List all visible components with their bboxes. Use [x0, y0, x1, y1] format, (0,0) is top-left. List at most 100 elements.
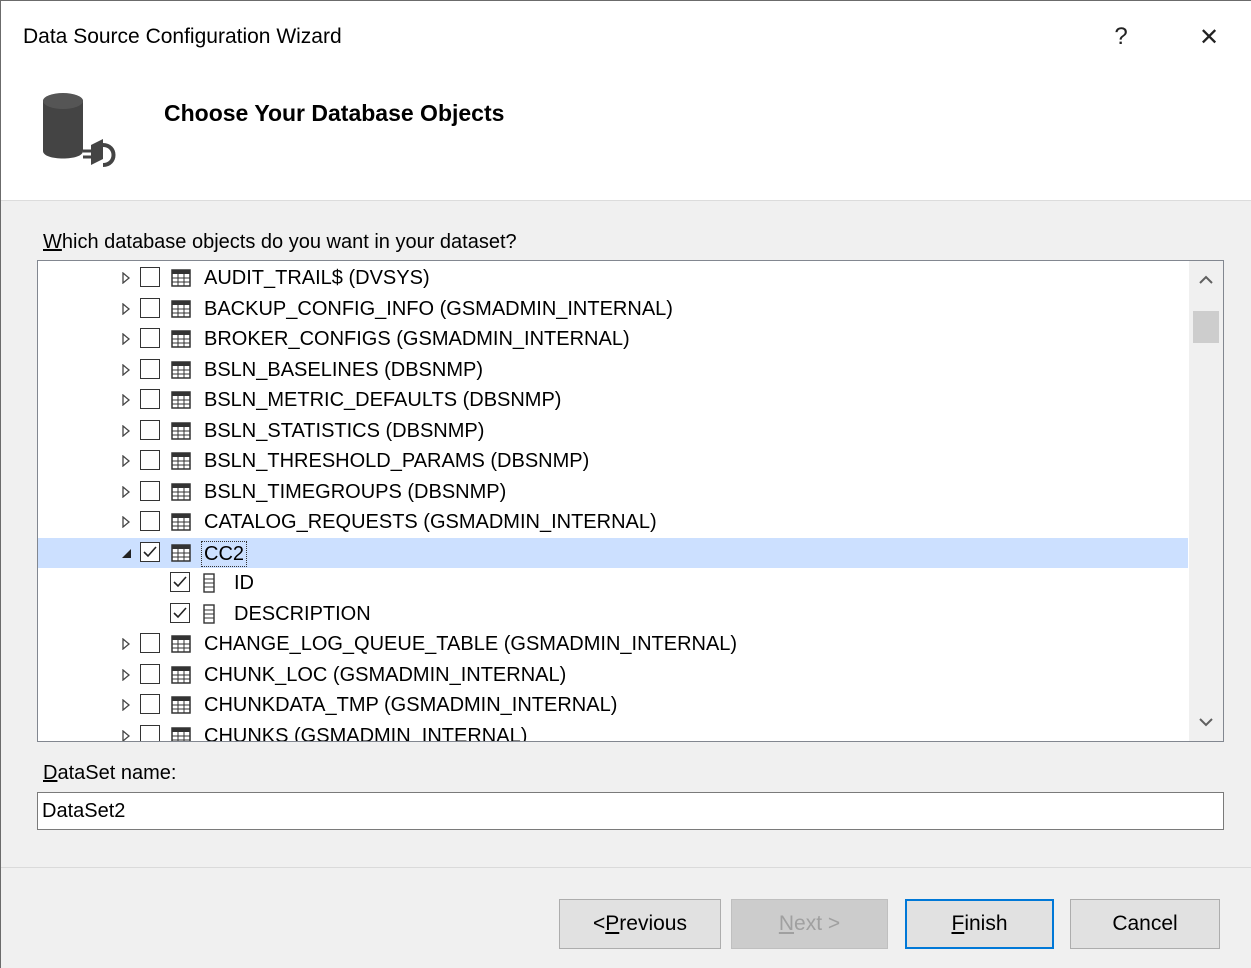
dataset-label-accel: D — [43, 762, 58, 784]
row-checkbox[interactable] — [140, 267, 160, 287]
tree-row-label: BROKER_CONFIGS (GSMADMIN_INTERNAL) — [204, 328, 630, 350]
tree-row-label: AUDIT_TRAIL$ (DVSYS) — [204, 267, 430, 289]
table-icon — [171, 635, 191, 653]
row-checkbox[interactable] — [140, 663, 160, 684]
collapsed-arrow-icon[interactable] — [118, 389, 134, 411]
table-icon — [171, 299, 191, 318]
tree-row-label: BACKUP_CONFIG_INFO (GSMADMIN_INTERNAL) — [204, 297, 673, 320]
collapsed-arrow-icon[interactable] — [118, 267, 134, 289]
table-icon — [171, 391, 191, 409]
page-title: Choose Your Database Objects — [164, 100, 505, 126]
help-button[interactable]: ? — [1101, 19, 1141, 55]
tree-table-row[interactable]: BSLN_TIMEGROUPS (DBSNMP) — [38, 477, 1188, 508]
collapsed-arrow-icon[interactable] — [118, 359, 134, 381]
tree-table-row[interactable]: CHUNK_LOC (GSMADMIN_INTERNAL) — [38, 660, 1188, 691]
tree-table-row[interactable]: CATALOG_REQUESTS (GSMADMIN_INTERNAL) — [38, 507, 1188, 538]
row-checkbox[interactable] — [170, 602, 190, 623]
scrollbar-thumb[interactable] — [1193, 311, 1219, 343]
row-checkbox[interactable] — [140, 694, 160, 714]
window-title: Data Source Configuration Wizard — [23, 25, 342, 48]
objects-prompt-label: Which database objects do you want in yo… — [43, 231, 517, 254]
prompt-text: hich database objects do you want in you… — [61, 231, 517, 253]
tree-row-label: BSLN_TIMEGROUPS (DBSNMP) — [204, 480, 507, 503]
collapsed-arrow-icon[interactable] — [118, 481, 134, 503]
tree-table-row[interactable]: BSLN_BASELINES (DBSNMP) — [38, 355, 1188, 386]
tree-table-row[interactable]: BSLN_THRESHOLD_PARAMS (DBSNMP) — [38, 446, 1188, 477]
database-objects-tree[interactable]: AUDIT_TRAIL$ (DVSYS) BACKUP_CONFIG_INFO (… — [37, 260, 1224, 742]
table-icon — [171, 543, 191, 562]
row-checkbox[interactable] — [140, 328, 160, 348]
collapsed-arrow-icon[interactable] — [118, 664, 134, 686]
expanded-arrow-icon[interactable] — [118, 542, 134, 564]
tree-column-row[interactable]: ID — [38, 568, 1188, 599]
previous-text: revious — [619, 912, 687, 935]
close-button[interactable]: ✕ — [1189, 19, 1229, 55]
row-checkbox[interactable] — [140, 389, 160, 409]
tree-row-label: CHUNK_LOC (GSMADMIN_INTERNAL) — [204, 663, 567, 686]
title-bar: Data Source Configuration Wizard ? ✕ — [1, 1, 1251, 73]
tree-row-label: CATALOG_REQUESTS (GSMADMIN_INTERNAL) — [204, 511, 657, 533]
collapsed-arrow-icon[interactable] — [118, 725, 134, 741]
table-icon — [171, 665, 191, 684]
table-icon — [171, 269, 191, 287]
row-checkbox[interactable] — [170, 572, 190, 592]
table-icon — [171, 452, 191, 470]
row-checkbox[interactable] — [140, 480, 160, 501]
tree-table-row[interactable]: CC2 — [38, 537, 1188, 568]
tree-row-label: CHANGE_LOG_QUEUE_TABLE (GSMADMIN_INTERNA… — [204, 633, 738, 655]
vertical-scrollbar[interactable] — [1189, 261, 1223, 741]
row-checkbox[interactable] — [140, 633, 160, 653]
tree-column-row[interactable]: DESCRIPTION — [38, 599, 1188, 630]
dataset-name-label: DataSet name: — [43, 762, 176, 785]
cancel-button[interactable]: Cancel — [1070, 899, 1220, 949]
tree-table-row[interactable]: BACKUP_CONFIG_INFO (GSMADMIN_INTERNAL) — [38, 294, 1188, 325]
row-checkbox[interactable] — [140, 450, 160, 470]
collapsed-arrow-icon[interactable] — [118, 328, 134, 350]
table-icon — [171, 360, 191, 379]
prompt-accel: W — [43, 231, 62, 253]
previous-prefix: < — [593, 912, 606, 935]
dataset-label-text: ataSet name: — [57, 762, 177, 784]
database-connection-icon — [43, 93, 116, 167]
row-checkbox[interactable] — [140, 358, 160, 379]
tree-row-label: BSLN_BASELINES (DBSNMP) — [204, 358, 483, 381]
tree-row-label: BSLN_THRESHOLD_PARAMS (DBSNMP) — [204, 450, 590, 472]
scroll-up-icon[interactable] — [1189, 263, 1223, 297]
tree-row-label: ID — [234, 572, 254, 594]
tree-table-row[interactable]: BROKER_CONFIGS (GSMADMIN_INTERNAL) — [38, 324, 1188, 355]
finish-button[interactable]: Finish — [905, 899, 1054, 949]
next-button[interactable]: Next > — [731, 899, 888, 949]
tree-table-row[interactable]: BSLN_METRIC_DEFAULTS (DBSNMP) — [38, 385, 1188, 416]
tree-table-row[interactable]: AUDIT_TRAIL$ (DVSYS) — [38, 263, 1188, 294]
collapsed-arrow-icon[interactable] — [118, 633, 134, 655]
collapsed-arrow-icon[interactable] — [118, 298, 134, 320]
next-text: ext > — [794, 912, 841, 935]
tree-table-row[interactable]: CHUNKS (GSMADMIN_INTERNAL) — [38, 721, 1188, 741]
row-checkbox[interactable] — [140, 511, 160, 531]
previous-button[interactable]: < Previous — [559, 899, 721, 949]
tree-row-label: DESCRIPTION — [234, 602, 371, 625]
dataset-name-input[interactable] — [37, 792, 1224, 830]
table-icon — [171, 696, 191, 714]
collapsed-arrow-icon[interactable] — [118, 420, 134, 442]
row-checkbox[interactable] — [140, 724, 160, 741]
tree-table-row[interactable]: CHANGE_LOG_QUEUE_TABLE (GSMADMIN_INTERNA… — [38, 629, 1188, 660]
tree-row-label: BSLN_STATISTICS (DBSNMP) — [204, 419, 485, 442]
tree-row-label: CC2 — [201, 540, 248, 567]
scroll-down-icon[interactable] — [1189, 705, 1223, 739]
tree-row-label: BSLN_METRIC_DEFAULTS (DBSNMP) — [204, 389, 562, 411]
row-checkbox[interactable] — [140, 419, 160, 440]
row-checkbox[interactable] — [140, 541, 160, 562]
table-icon — [171, 482, 191, 501]
table-icon — [171, 726, 191, 741]
footer-separator — [1, 867, 1251, 868]
finish-text: inish — [964, 912, 1008, 935]
column-icon — [203, 603, 215, 624]
tree-table-row[interactable]: BSLN_STATISTICS (DBSNMP) — [38, 416, 1188, 447]
tree-table-row[interactable]: CHUNKDATA_TMP (GSMADMIN_INTERNAL) — [38, 690, 1188, 721]
collapsed-arrow-icon[interactable] — [118, 450, 134, 472]
row-checkbox[interactable] — [140, 297, 160, 318]
collapsed-arrow-icon[interactable] — [118, 511, 134, 533]
tree-row-label: CHUNKDATA_TMP (GSMADMIN_INTERNAL) — [204, 694, 618, 716]
collapsed-arrow-icon[interactable] — [118, 694, 134, 716]
